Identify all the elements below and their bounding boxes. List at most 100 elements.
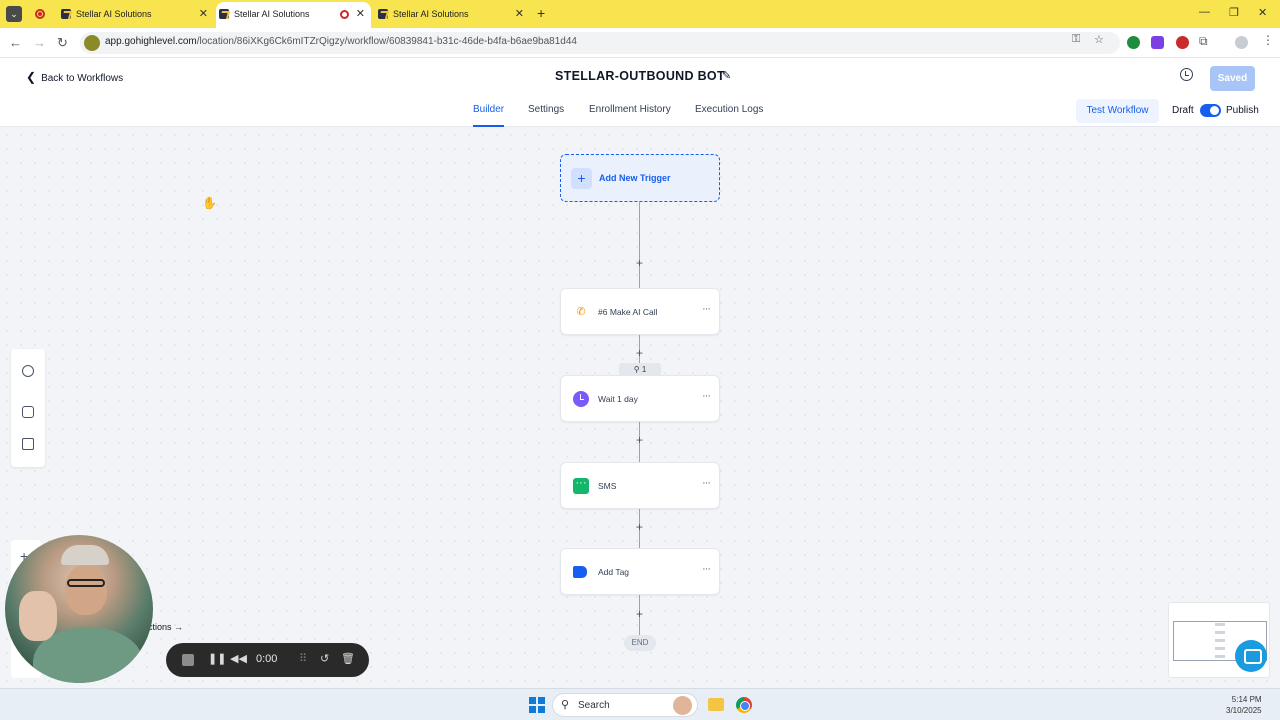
webcam-face: [65, 565, 107, 615]
phone-icon: ✆: [576, 306, 586, 318]
close-window-icon[interactable]: ✕: [1258, 6, 1267, 19]
arrow-right-icon: →: [174, 622, 184, 632]
add-new-trigger-button[interactable]: + Add New Trigger: [560, 154, 720, 202]
actions-link[interactable]: ctions →: [148, 622, 183, 632]
extension-icon[interactable]: [1127, 36, 1140, 49]
publish-label: Publish: [1226, 105, 1259, 116]
minimap-node: [1215, 631, 1225, 634]
action-node-add-tag[interactable]: Add Tag ···: [560, 548, 720, 595]
back-icon[interactable]: ←: [9, 35, 22, 50]
add-action-plus-icon[interactable]: +: [634, 608, 645, 620]
tab-search-icon[interactable]: ⌄: [6, 6, 22, 22]
extension-icon[interactable]: [1176, 36, 1189, 49]
minimap-node: [1215, 647, 1225, 650]
browser-tab-active[interactable]: Stellar AI Solutions ✕: [216, 2, 371, 28]
node-label: SMS: [598, 481, 617, 491]
add-action-plus-icon[interactable]: +: [634, 257, 645, 269]
test-workflow-button[interactable]: Test Workflow: [1076, 99, 1159, 123]
recording-indicator-icon: [35, 9, 45, 19]
plus-icon: +: [571, 168, 592, 189]
bookmark-star-icon[interactable]: ☆: [1094, 33, 1104, 46]
delete-icon[interactable]: 🗑: [341, 652, 355, 665]
chevron-left-icon: ❮: [26, 70, 37, 84]
minimap-node: [1215, 623, 1225, 626]
node-label: #6 Make AI Call: [598, 307, 658, 317]
stats-icon[interactable]: [22, 365, 34, 377]
address-bar-row: ← → ↻ app.gohighlevel.com/location/86iXK…: [0, 28, 1280, 58]
end-marker: END: [624, 635, 656, 651]
close-tab-icon[interactable]: ✕: [356, 2, 365, 26]
site-info-icon[interactable]: [84, 35, 100, 51]
back-to-workflows-link[interactable]: ❮ Back to Workflows: [26, 70, 123, 84]
webcam-glasses: [67, 579, 105, 587]
action-node-wait[interactable]: Wait 1 day ···: [560, 375, 720, 422]
taskbar-search[interactable]: ⚲ Search: [552, 693, 698, 717]
windows-taskbar: ⚲ Search 5:14 PM 3/10/2025: [0, 688, 1280, 720]
close-tab-icon[interactable]: ✕: [199, 2, 208, 26]
drag-handle-icon[interactable]: ⠿: [299, 652, 307, 665]
add-action-plus-icon[interactable]: +: [634, 347, 645, 359]
edit-pencil-icon[interactable]: ✎: [722, 69, 731, 82]
more-options-icon[interactable]: ···: [702, 390, 711, 402]
history-icon[interactable]: [1180, 68, 1193, 81]
profile-avatar[interactable]: [1235, 36, 1248, 49]
sms-icon: [573, 475, 589, 494]
browser-tab[interactable]: Stellar AI Solutions ✕: [58, 2, 214, 28]
search-label: Search: [578, 700, 610, 711]
tab-execution-logs[interactable]: Execution Logs: [695, 104, 763, 115]
add-action-plus-icon[interactable]: +: [634, 521, 645, 533]
tab-settings[interactable]: Settings: [528, 104, 564, 115]
node-label: Wait 1 day: [598, 394, 638, 404]
saved-button[interactable]: Saved: [1210, 66, 1255, 91]
taskbar-clock[interactable]: 5:14 PM 3/10/2025: [1226, 694, 1262, 716]
pause-icon[interactable]: ❚❚: [208, 652, 226, 665]
screen-recorder-controls: ❚❚ ◀◀ 0:00 ⠿ ↺ 🗑: [166, 643, 369, 677]
connector-line: [639, 202, 640, 288]
browser-tab[interactable]: Stellar AI Solutions ✕: [375, 2, 530, 28]
minimize-icon[interactable]: —: [1199, 6, 1210, 18]
more-options-icon[interactable]: ···: [702, 477, 711, 489]
recording-time: 0:00: [256, 653, 278, 665]
add-action-plus-icon[interactable]: +: [634, 434, 645, 446]
search-icon: ⚲: [561, 699, 570, 711]
extension-icon[interactable]: [1151, 36, 1164, 49]
workflow-tabs: Builder Settings Enrollment History Exec…: [0, 96, 1280, 127]
more-options-icon[interactable]: ···: [702, 303, 711, 315]
restart-icon[interactable]: ↺: [320, 652, 329, 665]
stop-icon[interactable]: [182, 654, 194, 666]
browser-menu-icon[interactable]: ⋮: [1262, 33, 1274, 47]
person-icon: ⚲: [633, 365, 642, 374]
extensions-puzzle-icon[interactable]: ⧉: [1199, 34, 1208, 49]
draft-label: Draft: [1172, 105, 1194, 116]
action-node-make-ai-call[interactable]: ✆ #6 Make AI Call ···: [560, 288, 720, 335]
tab-builder[interactable]: Builder: [473, 104, 505, 127]
hand-cursor-icon: ✋: [202, 196, 217, 210]
action-node-sms[interactable]: SMS ···: [560, 462, 720, 509]
publish-toggle[interactable]: [1200, 104, 1221, 117]
new-tab-icon[interactable]: +: [537, 5, 545, 21]
trigger-label: Add New Trigger: [599, 173, 671, 183]
windows-start-icon[interactable]: [529, 697, 545, 713]
chrome-icon[interactable]: [736, 697, 752, 713]
tab-enrollment-history[interactable]: Enrollment History: [589, 104, 671, 115]
reload-icon[interactable]: ↻: [57, 35, 68, 51]
forward-icon[interactable]: →: [33, 35, 46, 50]
rewind-icon[interactable]: ◀◀: [230, 652, 247, 665]
minimap-node: [1215, 655, 1225, 658]
webcam-hand: [19, 591, 57, 641]
comment-icon[interactable]: [22, 406, 34, 418]
restore-icon[interactable]: ❐: [1229, 6, 1239, 19]
url-text: app.gohighlevel.com/location/86iXKg6Ck6m…: [105, 36, 577, 47]
recording-badge-icon: [340, 10, 349, 19]
url-input[interactable]: app.gohighlevel.com/location/86iXKg6Ck6m…: [80, 32, 1120, 54]
node-label: Add Tag: [598, 567, 630, 577]
close-tab-icon[interactable]: ✕: [515, 2, 524, 26]
password-key-icon[interactable]: ⚿: [1072, 33, 1080, 46]
file-explorer-icon[interactable]: [708, 698, 724, 711]
more-options-icon[interactable]: ···: [702, 563, 711, 575]
favicon-icon: [378, 9, 388, 19]
canvas-side-toolbar: [11, 349, 45, 467]
note-icon[interactable]: [22, 438, 34, 450]
search-highlight-icon: [673, 696, 692, 715]
help-chat-icon[interactable]: [1235, 640, 1267, 672]
